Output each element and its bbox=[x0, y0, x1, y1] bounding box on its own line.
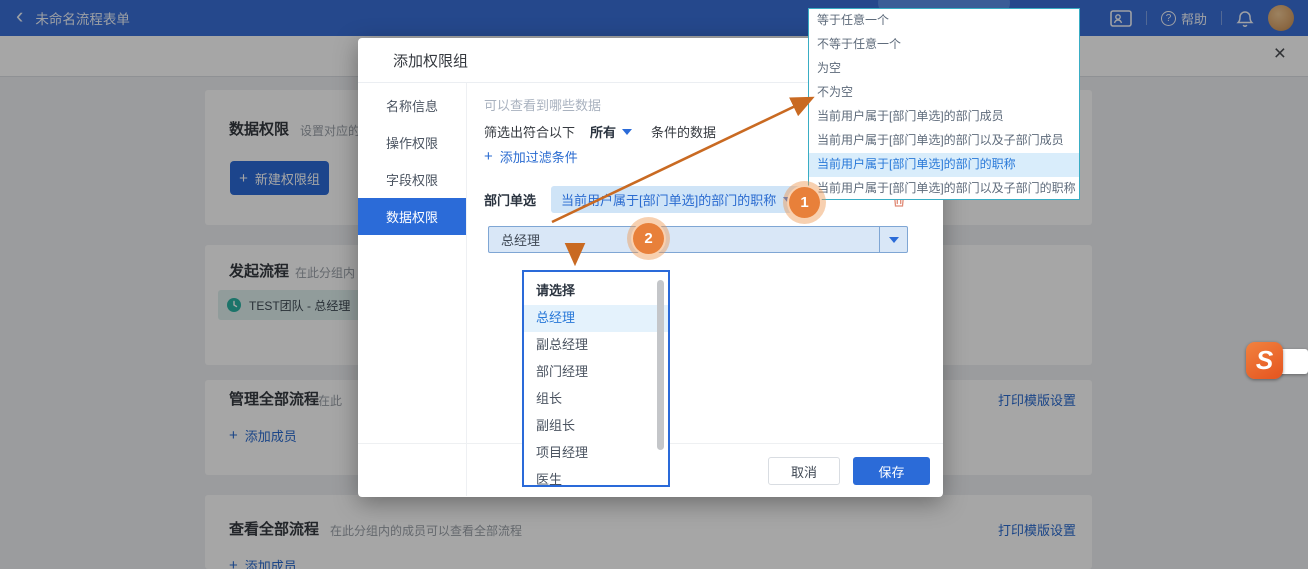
add-filter-label: 添加过滤条件 bbox=[500, 147, 578, 166]
select-caret-cell[interactable] bbox=[879, 227, 907, 252]
sogou-logo-icon: S bbox=[1246, 342, 1283, 379]
tab-field-perm[interactable]: 字段权限 bbox=[358, 161, 466, 198]
field-name-label: 部门单选 bbox=[484, 190, 536, 209]
job-option[interactable]: 医生 bbox=[524, 467, 668, 487]
modal-tab-list: 名称信息 操作权限 字段权限 数据权限 bbox=[358, 83, 467, 496]
ime-status-widget[interactable]: 中 S bbox=[1246, 342, 1308, 380]
caret-down-icon bbox=[889, 237, 899, 243]
condition-select[interactable]: 当前用户属于[部门单选]的部门的职称 bbox=[551, 186, 803, 213]
condition-option-selected[interactable]: 当前用户属于[部门单选]的部门的职称 bbox=[809, 153, 1079, 177]
cancel-button[interactable]: 取消 bbox=[768, 457, 840, 485]
job-option-placeholder[interactable]: 请选择 bbox=[524, 278, 668, 305]
condition-option[interactable]: 不等于任意一个 bbox=[809, 33, 1079, 57]
data-visibility-hint: 可以查看到哪些数据 bbox=[484, 95, 601, 114]
plus-icon: + bbox=[484, 150, 493, 163]
filter-match-select-value[interactable]: 所有 bbox=[590, 122, 616, 141]
job-title-options-dropdown: 请选择 总经理 副总经理 部门经理 组长 副组长 项目经理 医生 bbox=[522, 270, 670, 487]
add-filter-condition-link[interactable]: + 添加过滤条件 bbox=[484, 147, 578, 166]
job-option[interactable]: 项目经理 bbox=[524, 440, 668, 467]
tab-data-perm[interactable]: 数据权限 bbox=[358, 198, 466, 235]
job-option[interactable]: 组长 bbox=[524, 386, 668, 413]
job-option[interactable]: 副总经理 bbox=[524, 332, 668, 359]
job-option-selected[interactable]: 总经理 bbox=[524, 305, 668, 332]
step-2-badge: 2 bbox=[631, 221, 666, 256]
step-1-badge: 1 bbox=[787, 185, 822, 220]
condition-select-value: 当前用户属于[部门单选]的部门的职称 bbox=[561, 190, 776, 209]
condition-options-dropdown: 等于任意一个 不等于任意一个 为空 不为空 当前用户属于[部门单选]的部门成员 … bbox=[808, 8, 1080, 200]
job-title-select[interactable]: 总经理 bbox=[488, 226, 908, 253]
scrollbar-thumb[interactable] bbox=[657, 280, 664, 450]
condition-option[interactable]: 为空 bbox=[809, 57, 1079, 81]
job-title-select-value: 总经理 bbox=[501, 230, 879, 249]
job-option[interactable]: 部门经理 bbox=[524, 359, 668, 386]
condition-option[interactable]: 当前用户属于[部门单选]的部门以及子部门成员 bbox=[809, 129, 1079, 153]
modal-title: 添加权限组 bbox=[393, 50, 468, 71]
condition-option[interactable]: 当前用户属于[部门单选]的部门以及子部门的职称 bbox=[809, 177, 1079, 201]
filter-prefix-text: 筛选出符合以下 bbox=[484, 122, 575, 141]
tab-operation-perm[interactable]: 操作权限 bbox=[358, 124, 466, 161]
tab-name-info[interactable]: 名称信息 bbox=[358, 87, 466, 124]
job-option[interactable]: 副组长 bbox=[524, 413, 668, 440]
condition-option[interactable]: 不为空 bbox=[809, 81, 1079, 105]
condition-option[interactable]: 当前用户属于[部门单选]的部门成员 bbox=[809, 105, 1079, 129]
filter-suffix-text: 条件的数据 bbox=[651, 122, 716, 141]
save-button[interactable]: 保存 bbox=[853, 457, 930, 485]
caret-down-icon[interactable] bbox=[622, 129, 632, 135]
condition-option[interactable]: 等于任意一个 bbox=[809, 9, 1079, 33]
